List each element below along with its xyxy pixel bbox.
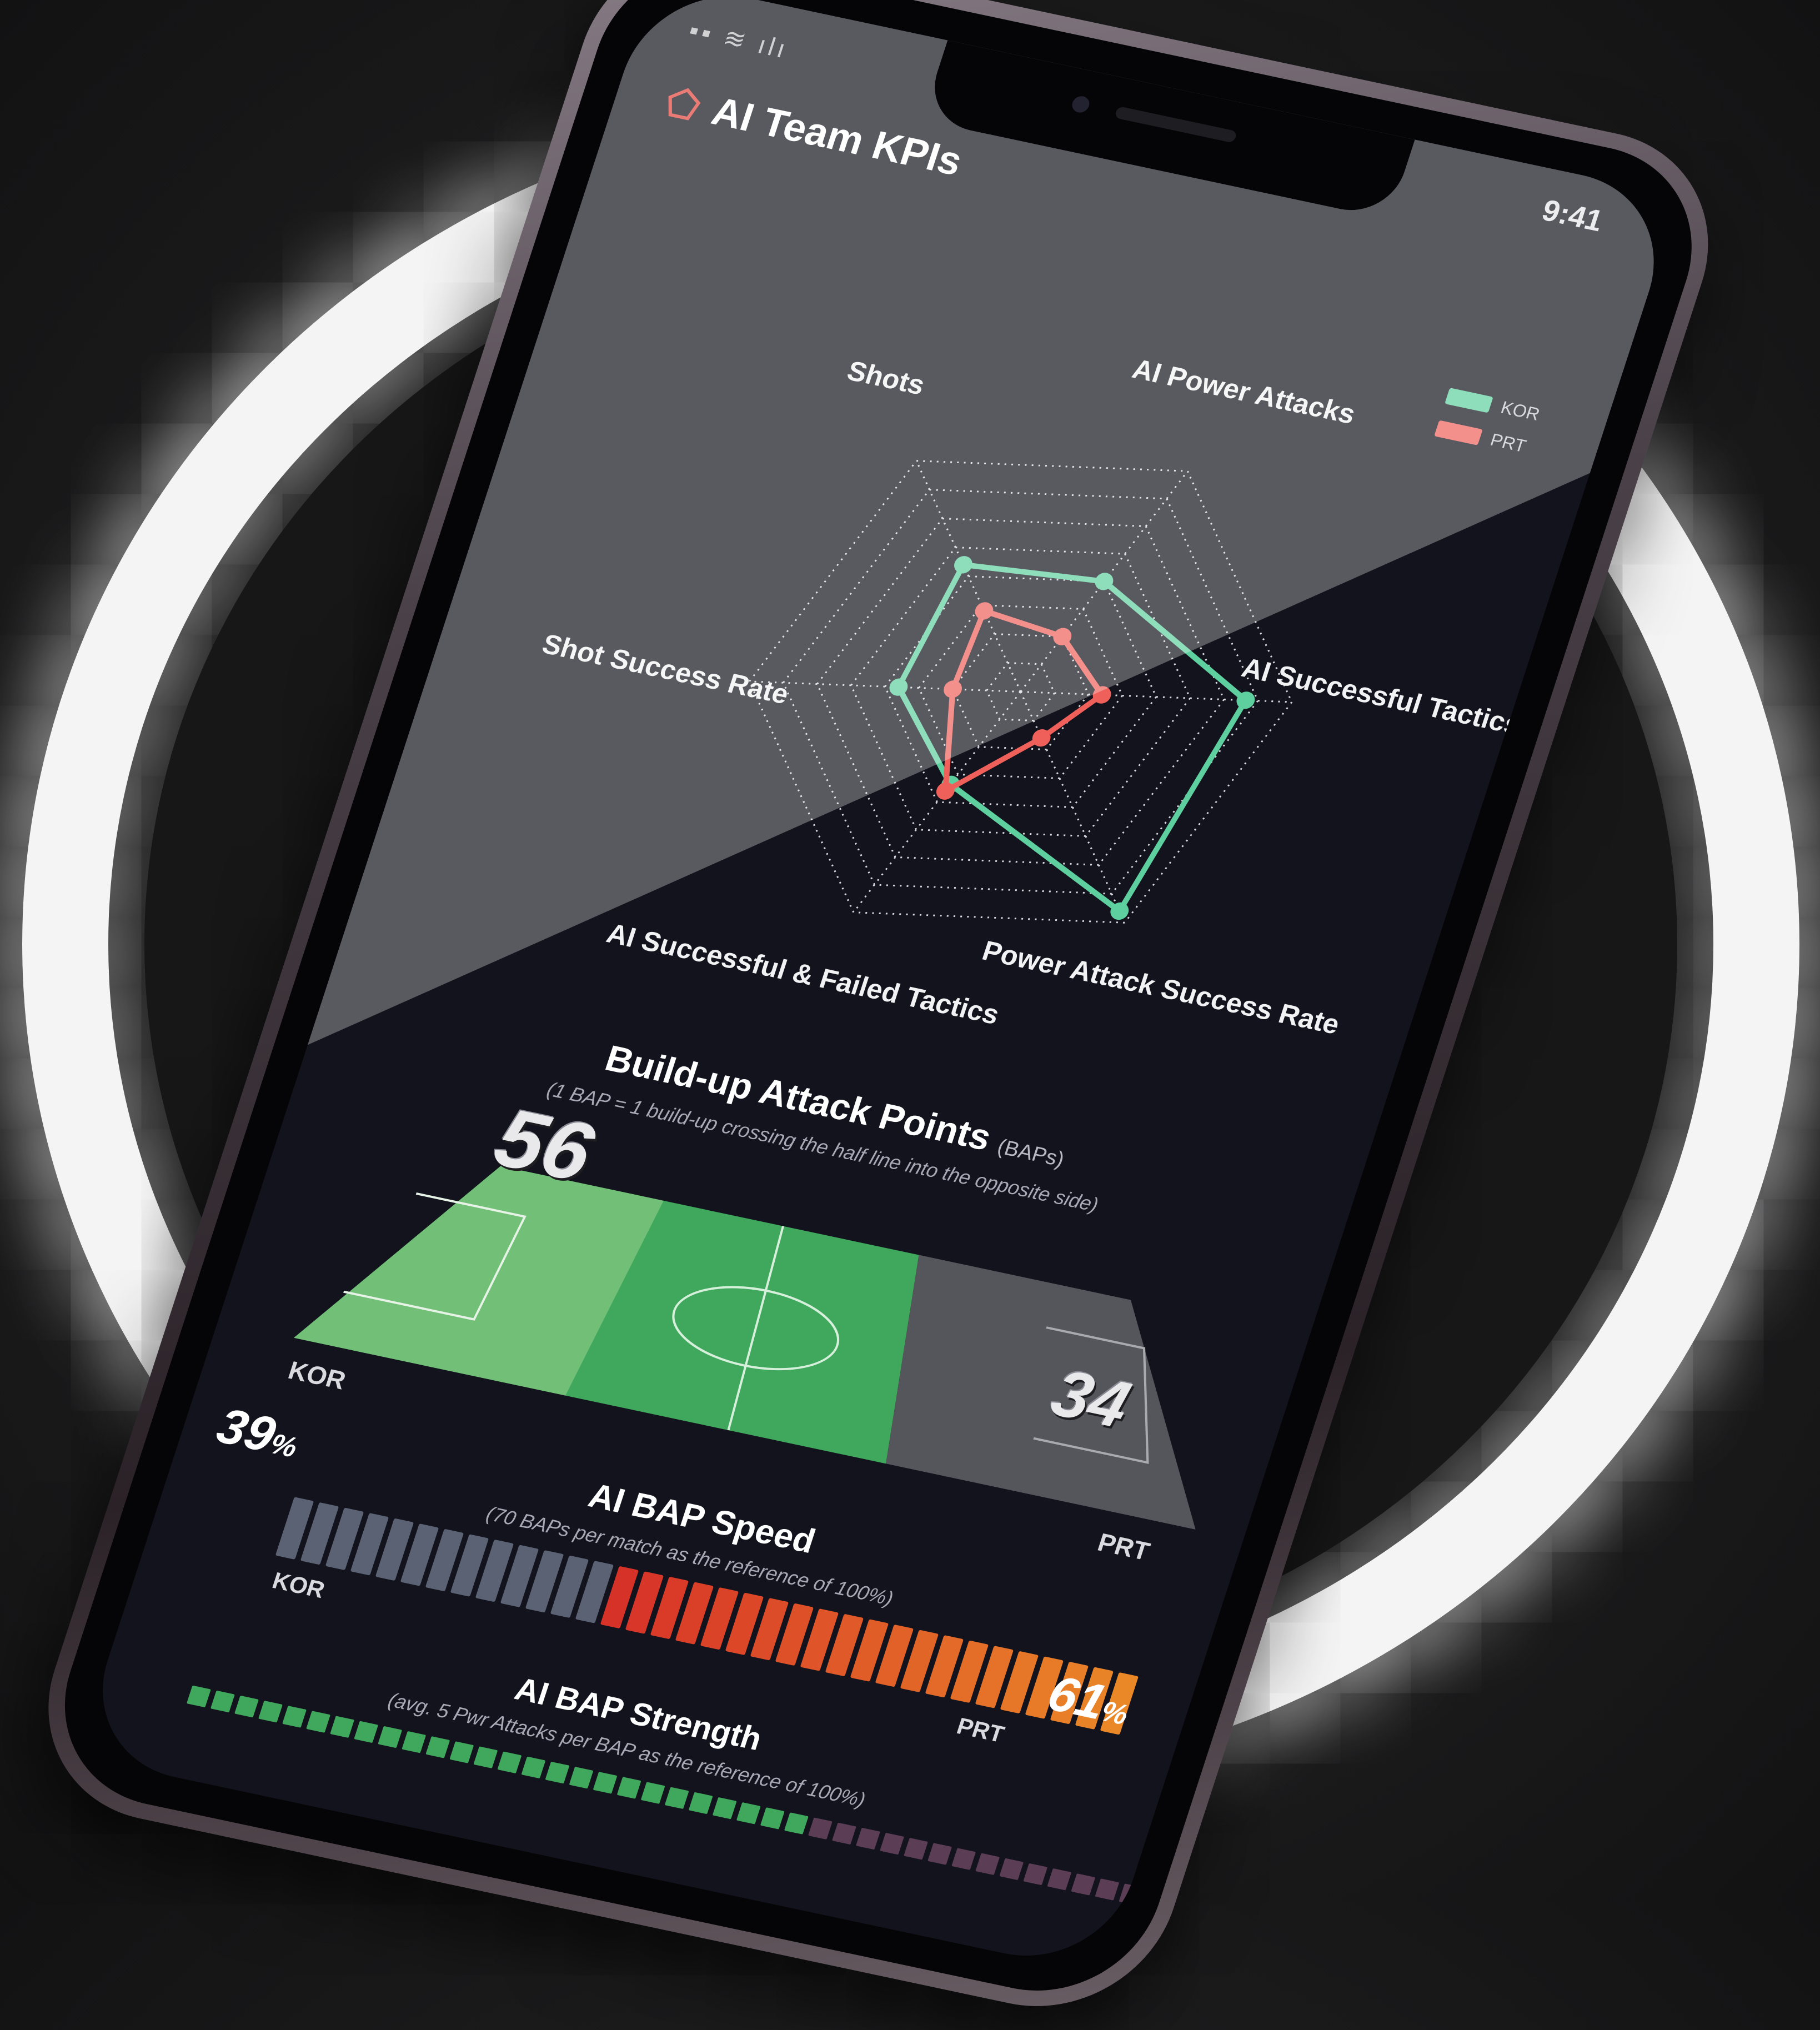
strength-segment-kor [736, 1802, 761, 1825]
strength-segment-kor [760, 1807, 785, 1829]
radar-axis-label: Shot Success Rate [539, 628, 793, 710]
strength-segment-prt [975, 1853, 1000, 1876]
strength-segment-kor [497, 1751, 522, 1774]
strength-segment-kor [306, 1711, 330, 1733]
strength-segment-kor [258, 1700, 283, 1723]
strength-segment-kor [545, 1761, 570, 1784]
radar-chart: AI Power Attacks AI Successful Tactics Pow… [539, 353, 1525, 1040]
radar-axis-label: Shots [844, 355, 929, 400]
strength-segment-kor [234, 1695, 259, 1718]
radar-axis-label: AI Successful Tactics [1238, 652, 1525, 740]
radar-series [889, 556, 1255, 920]
strength-segment-kor [593, 1772, 618, 1794]
status-icons: ▪▪ ≋ ılı [685, 15, 793, 64]
radar-point-prt [975, 602, 994, 620]
prt-label: PRT [1094, 1527, 1154, 1566]
radar-point-kor [954, 556, 972, 574]
strength-segment-kor [449, 1741, 474, 1763]
radar-axis-label: Power Attack Success Rate [979, 935, 1343, 1040]
strength-segment-kor [784, 1812, 809, 1834]
strength-segment-kor [569, 1766, 594, 1789]
strength-segment-kor [473, 1746, 498, 1768]
radar-point-kor [889, 678, 908, 696]
page-title: AI Team KPIs [706, 89, 968, 184]
strength-segment-kor [712, 1797, 737, 1820]
strength-segment-prt [856, 1827, 880, 1850]
strength-segment-prt [951, 1848, 976, 1870]
pentagon-logo-icon [668, 88, 701, 121]
radar-series-kor [895, 562, 1250, 915]
build-up-unit: (BAPs) [994, 1135, 1067, 1172]
strength-segment-prt [927, 1843, 952, 1865]
strength-segment-kor [640, 1782, 665, 1804]
strength-segment-kor [378, 1726, 403, 1748]
strength-segment-kor [688, 1792, 713, 1815]
strength-segment-prt [1047, 1868, 1072, 1891]
strength-segment-kor [186, 1685, 211, 1708]
kor-label: KOR [284, 1355, 350, 1395]
strength-segment-prt [999, 1858, 1024, 1881]
phone-screen: ▪▪ ≋ ılı 9:41 AI Team KPIs KOR PRT AI Po… [76, 0, 1680, 1974]
strength-segment-prt [832, 1822, 856, 1845]
strength-segment-prt [904, 1837, 928, 1860]
strength-segment-kor [521, 1756, 546, 1779]
radar-spoke [853, 691, 1021, 913]
strength-segment-prt [808, 1817, 833, 1839]
prt-speed-label: PRT [954, 1712, 1008, 1748]
strength-segment-kor [616, 1777, 641, 1799]
radar-spoke [1020, 691, 1126, 923]
strength-segment-kor [402, 1731, 427, 1753]
strength-segment-kor [354, 1721, 379, 1743]
kor-speed-label: KOR [269, 1567, 328, 1603]
radar-point-prt [944, 680, 962, 698]
strength-segment-prt [1023, 1863, 1048, 1886]
strength-segment-prt [880, 1832, 904, 1855]
app-header: AI Team KPIs [660, 79, 967, 185]
status-time: 9:41 [1538, 193, 1607, 238]
strength-segment-kor [210, 1690, 235, 1713]
strength-segment-prt [1071, 1873, 1096, 1896]
strength-segment-kor [664, 1787, 689, 1810]
phone-notch [921, 40, 1415, 219]
strength-segment-kor [282, 1706, 307, 1728]
radar-axis-label: AI Power Attacks [1129, 353, 1359, 430]
speaker-grille [1114, 106, 1238, 143]
strength-segment-kor [425, 1736, 450, 1758]
strength-segment-prt [1119, 1883, 1144, 1906]
radar-axis-labels: AI Power Attacks AI Successful Tactics Pow… [539, 353, 1525, 1040]
radar-axis-label: AI Successful & Failed Tactics [603, 918, 1003, 1030]
camera-icon [1070, 94, 1092, 114]
strength-segment-prt [1095, 1878, 1120, 1901]
strength-segment-kor [330, 1716, 355, 1738]
